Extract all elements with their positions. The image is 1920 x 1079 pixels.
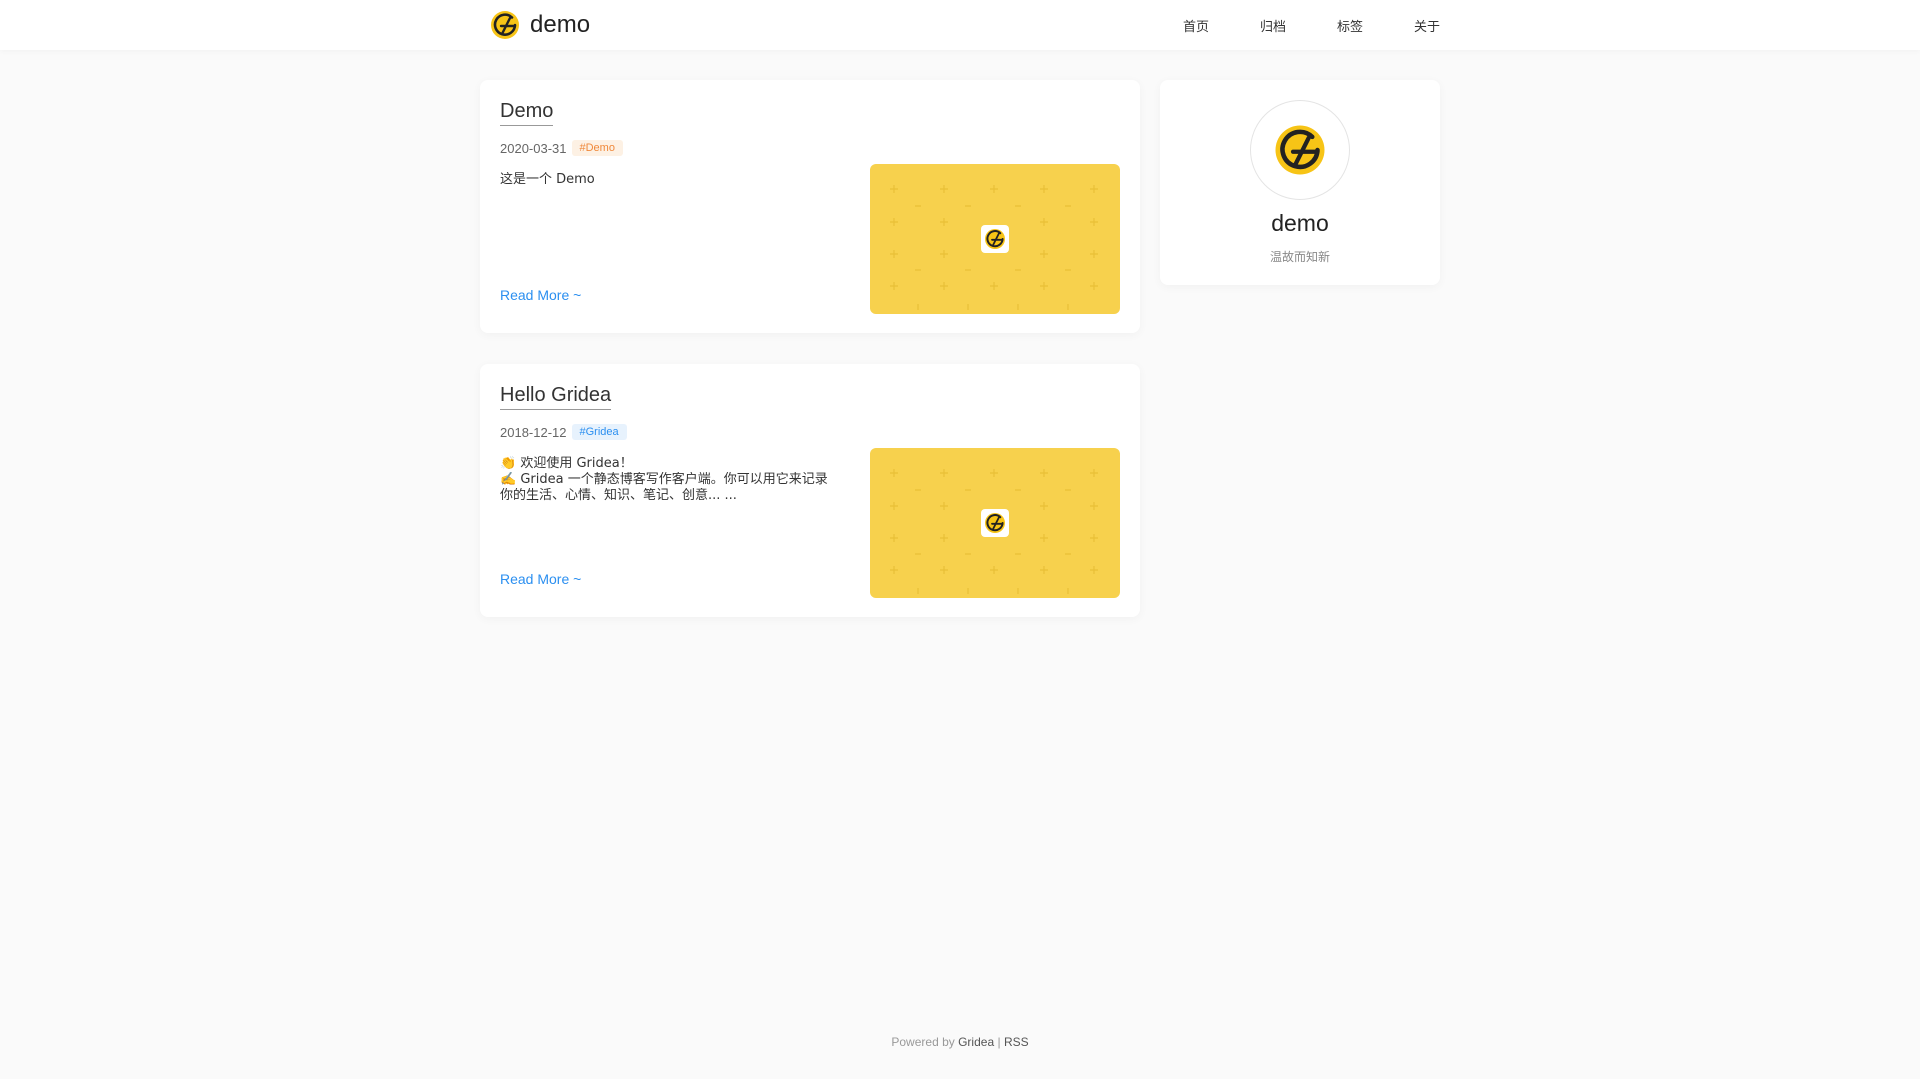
post-title-link[interactable]: Demo [500, 98, 554, 126]
post-abstract: 这是一个 Demo [500, 172, 852, 188]
gridea-logo-icon [985, 229, 1005, 249]
post-abstract: 👏 欢迎使用 Gridea！ ✍️ Gridea 一个静态博客写作客户端。你可以… [500, 456, 852, 504]
nav-about[interactable]: 关于 [1414, 16, 1440, 35]
abstract-line: ✍️ Gridea 一个静态博客写作客户端。你可以用它来记录 [500, 472, 828, 487]
abstract-line: 这是一个 Demo [500, 172, 595, 187]
site-footer: Powered by Gridea | RSS [0, 1035, 1920, 1049]
post-date: 2018-12-12 [500, 424, 567, 440]
rss-link[interactable]: RSS [1004, 1035, 1029, 1049]
site-brand-link[interactable]: demo [489, 9, 590, 41]
post-meta: 2018-12-12 #Gridea [500, 424, 627, 440]
post-title-link[interactable]: Hello Gridea [500, 382, 612, 410]
abstract-line: 👏 欢迎使用 Gridea！ [500, 456, 633, 471]
gridea-link[interactable]: Gridea [958, 1035, 994, 1049]
post-meta: 2020-03-31 #Demo [500, 140, 623, 156]
post-card: Demo 2020-03-31 #Demo 这是一个 Demo Read Mor… [480, 80, 1140, 333]
gridea-logo-icon [1275, 125, 1325, 175]
read-more-link[interactable]: Read More ~ [500, 571, 581, 587]
post-feature-image[interactable] [870, 164, 1120, 314]
gridea-logo-icon [491, 11, 519, 39]
site-name: demo [530, 11, 591, 38]
nav-home[interactable]: 首页 [1183, 16, 1209, 35]
nav-tags[interactable]: 标签 [1337, 16, 1363, 35]
read-more-link[interactable]: Read More ~ [500, 287, 581, 303]
abstract-line: 你的生活、心情、知识、笔记、创意... ... [500, 488, 737, 503]
top-header: demo 首页 归档 标签 关于 [0, 0, 1920, 50]
powered-by-text: Powered by [891, 1035, 955, 1049]
post-tag-link[interactable]: #Gridea [571, 424, 627, 440]
post-tag-link[interactable]: #Demo [571, 140, 623, 156]
profile-card: demo 温故而知新 [1160, 80, 1440, 285]
footer-separator: | [997, 1035, 1001, 1049]
main-nav: 首页 归档 标签 关于 [1183, 0, 1440, 50]
avatar [1250, 100, 1350, 200]
gridea-logo-icon [985, 513, 1005, 533]
post-date: 2020-03-31 [500, 140, 567, 156]
post-feature-image[interactable] [870, 448, 1120, 598]
post-card: Hello Gridea 2018-12-12 #Gridea 👏 欢迎使用 G… [480, 364, 1140, 617]
nav-archives[interactable]: 归档 [1260, 16, 1286, 35]
profile-name: demo [1271, 210, 1329, 236]
profile-description: 温故而知新 [1269, 250, 1330, 264]
